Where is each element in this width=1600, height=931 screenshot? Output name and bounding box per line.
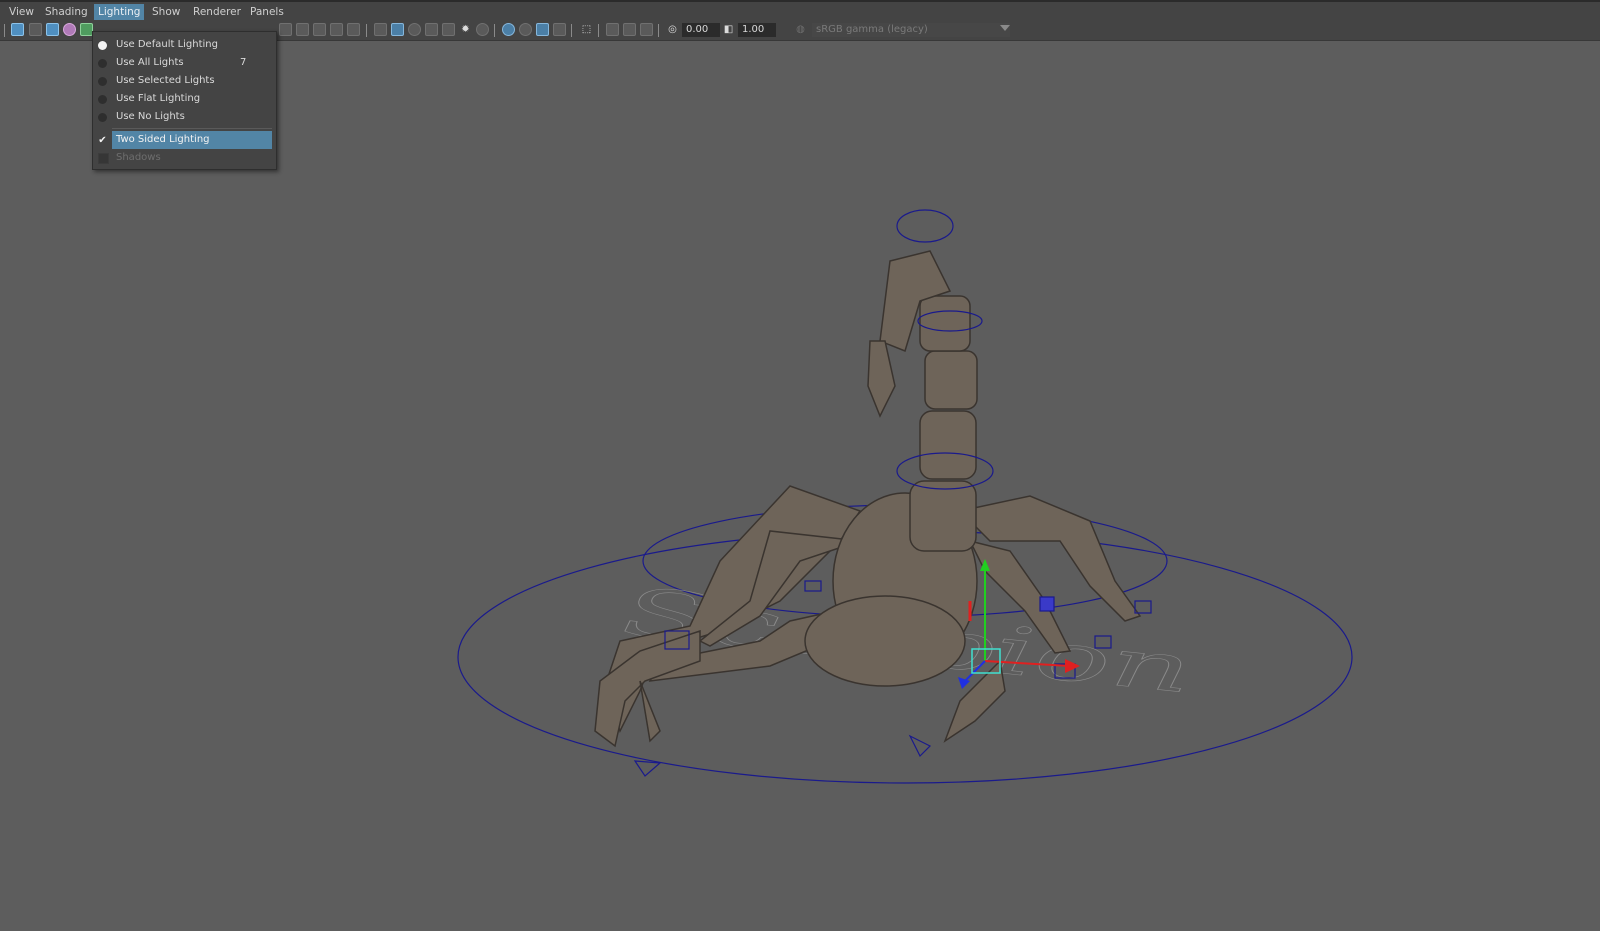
gamma-icon[interactable]: ◧: [722, 23, 735, 36]
menu-panels[interactable]: Panels: [246, 4, 288, 20]
menu-item-use-no-lights[interactable]: Use No Lights: [112, 108, 272, 126]
shadows-icon[interactable]: [476, 23, 489, 36]
checkbox-icon: [98, 153, 109, 164]
xray-icon[interactable]: [606, 23, 619, 36]
gate-mask-icon[interactable]: [296, 23, 309, 36]
radio-icon: [98, 113, 107, 122]
motion-blur-icon[interactable]: [519, 23, 532, 36]
isolate-select-icon[interactable]: ⬚: [580, 23, 593, 36]
wireframe-on-shaded-icon[interactable]: [425, 23, 438, 36]
toolbar-separator: [571, 24, 572, 37]
exposure-icon[interactable]: ◎: [666, 23, 679, 36]
menu-item-use-all-lights[interactable]: Use All Lights 7: [112, 54, 272, 72]
image-plane-icon[interactable]: [63, 23, 76, 36]
menu-item-use-selected-lights[interactable]: Use Selected Lights: [112, 72, 272, 90]
toolbar-separator: [658, 24, 659, 37]
default-material-icon[interactable]: [408, 23, 421, 36]
xray-active-components-icon[interactable]: [623, 23, 636, 36]
select-camera-icon[interactable]: [11, 23, 24, 36]
field-chart-icon[interactable]: [313, 23, 326, 36]
depth-of-field-icon[interactable]: [553, 23, 566, 36]
radio-icon: [98, 95, 107, 104]
smooth-shade-icon[interactable]: [391, 23, 404, 36]
toolbar-separator: [366, 24, 367, 37]
color-space-dropdown[interactable]: sRGB gamma (legacy): [812, 23, 1010, 37]
gamma-field[interactable]: 1.00: [738, 23, 776, 37]
menu-view[interactable]: View: [5, 4, 38, 20]
textured-icon[interactable]: [442, 23, 455, 36]
resolution-gate-icon[interactable]: [279, 23, 292, 36]
radio-icon: [98, 59, 107, 68]
radio-selected-icon: [98, 41, 107, 50]
menu-item-use-default-lighting[interactable]: Use Default Lighting: [112, 36, 272, 54]
menu-renderer[interactable]: Renderer: [189, 4, 245, 20]
menu-show[interactable]: Show: [148, 4, 184, 20]
bookmarks-icon[interactable]: [46, 23, 59, 36]
menu-lighting[interactable]: Lighting: [94, 4, 145, 20]
screen-space-ao-icon[interactable]: [502, 23, 515, 36]
view-transform-icon[interactable]: ◍: [794, 23, 807, 36]
use-all-lights-icon[interactable]: ✹: [459, 23, 472, 36]
menu-separator: [112, 128, 272, 129]
menu-shading[interactable]: Shading: [41, 4, 92, 20]
menu-item-use-flat-lighting[interactable]: Use Flat Lighting: [112, 90, 272, 108]
chevron-down-icon[interactable]: [1000, 25, 1010, 31]
exposure-field[interactable]: 0.00: [682, 23, 720, 37]
safe-action-icon[interactable]: [330, 23, 343, 36]
radio-icon: [98, 77, 107, 86]
xray-joints-icon[interactable]: [640, 23, 653, 36]
multisample-aa-icon[interactable]: [536, 23, 549, 36]
camera-attributes-icon[interactable]: [29, 23, 42, 36]
menu-item-shadows: Shadows: [116, 152, 161, 163]
toolbar-separator: [494, 24, 495, 37]
toolbar-separator: [598, 24, 599, 37]
safe-title-icon[interactable]: [347, 23, 360, 36]
toolbar-separator: [4, 24, 5, 37]
3d-viewport[interactable]: Scorpion: [0, 41, 1600, 931]
shortcut-label: 7: [240, 57, 247, 68]
menu-item-label: Use All Lights: [116, 57, 184, 68]
panel-menu-bar: View Shading Lighting Show Renderer Pane…: [0, 0, 1600, 21]
menu-item-two-sided-lighting[interactable]: Two Sided Lighting: [112, 131, 272, 149]
checkmark-icon: ✔: [98, 135, 107, 146]
wireframe-icon[interactable]: [374, 23, 387, 36]
lighting-menu-dropdown: Use Default Lighting Use All Lights 7 Us…: [92, 31, 277, 170]
